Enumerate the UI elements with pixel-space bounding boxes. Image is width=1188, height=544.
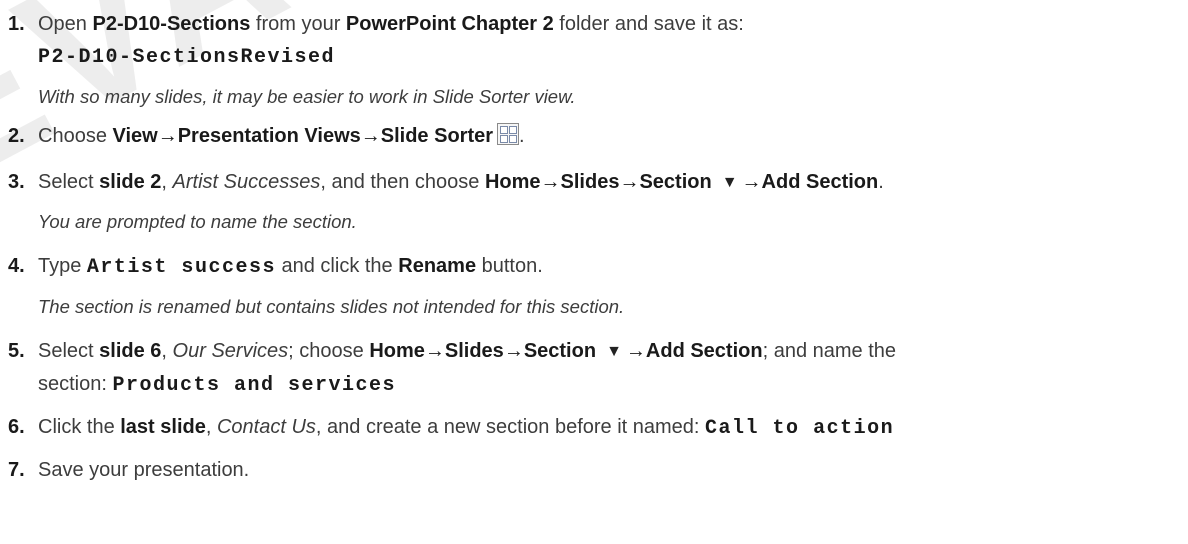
step-number: 2. (8, 125, 25, 147)
step-number: 4. (8, 255, 25, 277)
bold-term: Slides (560, 171, 620, 193)
italic-term: Our Services (172, 340, 289, 362)
bold-term: Home (484, 171, 541, 193)
instruction-text: Type (38, 255, 87, 277)
step-number: 1. (8, 13, 25, 35)
instruction-text: ; and name the (762, 340, 897, 362)
menu-path-arrow: → (424, 340, 445, 362)
step-3-note: You are prompted to name the section. (38, 211, 357, 232)
typed-text: Artist success (86, 256, 276, 279)
bold-term: Add Section (761, 171, 879, 193)
save-as-filename: P2-D10-SectionsRevised (38, 46, 336, 69)
instruction-text: folder and save it as: (553, 13, 744, 35)
step-1-note: With so many slides, it may be easier to… (38, 86, 576, 107)
bold-term: P2-D10-Sections (92, 13, 251, 35)
instruction-text: Select (38, 340, 100, 362)
step-7: 7. Save your presentation. (0, 454, 1188, 486)
instruction-text: Choose (38, 125, 113, 147)
menu-path-arrow: → (741, 171, 762, 193)
bold-term: View (112, 125, 158, 147)
instruction-text: Click the (38, 416, 121, 438)
instruction-text: Save your presentation. (38, 459, 250, 481)
dropdown-arrow-icon: ▼ (606, 343, 622, 360)
instruction-text: ; choose (288, 340, 370, 362)
instruction-steps: 1. Open P2-D10-Sections from your PowerP… (0, 8, 1188, 486)
instruction-text: , and then choose (320, 171, 485, 193)
instruction-text: section: (38, 373, 113, 395)
step-1: 1. Open P2-D10-Sections from your PowerP… (0, 8, 1188, 40)
step-4: 4. Type Artist success and click the Ren… (0, 250, 1188, 284)
bold-term: Slide Sorter (380, 125, 494, 147)
step-5-line2: section: Products and services (0, 368, 1188, 402)
bold-term: slide 2 (99, 171, 162, 193)
instruction-text: , (161, 171, 173, 193)
menu-path-arrow: → (540, 171, 561, 193)
step-number: 6. (8, 416, 25, 438)
bold-term: PowerPoint Chapter 2 (345, 13, 554, 35)
bold-term: last slide (120, 416, 206, 438)
step-5: 5. Select slide 6, Our Services; choose … (0, 335, 1188, 368)
menu-path-arrow: → (619, 171, 640, 193)
step-number: 3. (8, 171, 25, 193)
bold-term: Home (369, 340, 425, 362)
instruction-text: Open (38, 13, 93, 35)
step-2: 2. Choose View→Presentation Views→Slide … (0, 120, 1188, 152)
bold-term: slide 6 (99, 340, 162, 362)
step-4-note: The section is renamed but contains slid… (38, 296, 625, 317)
italic-term: Artist Successes (172, 171, 321, 193)
step-number: 7. (8, 459, 25, 481)
italic-term: Contact Us (216, 416, 316, 438)
typed-text: Call to action (705, 417, 895, 440)
bold-term: Section (639, 171, 712, 193)
step-1-filename: P2-D10-SectionsRevised (0, 40, 1188, 74)
bold-term: Presentation Views (177, 125, 361, 147)
menu-path-arrow: → (503, 340, 524, 362)
menu-path-arrow: → (157, 125, 178, 147)
slide-sorter-icon (497, 123, 520, 145)
instruction-text: , (161, 340, 173, 362)
menu-path-arrow: → (360, 125, 381, 147)
step-3: 3. Select slide 2, Artist Successes, and… (0, 166, 1188, 199)
bold-term: Add Section (645, 340, 763, 362)
instruction-text: from your (250, 13, 346, 35)
instruction-text: . (878, 171, 884, 193)
bold-term: Section (523, 340, 597, 362)
step-6: 6. Click the last slide, Contact Us, and… (0, 411, 1188, 445)
instruction-text: button. (476, 255, 543, 277)
instruction-text: and click the (275, 255, 399, 277)
instruction-text: , (205, 416, 217, 438)
dropdown-arrow-icon: ▼ (721, 174, 738, 191)
instruction-text: , and create a new section before it nam… (315, 416, 706, 438)
instruction-text: Select (38, 171, 100, 193)
bold-term: Rename (398, 255, 477, 277)
typed-text: Products and services (112, 374, 397, 397)
bold-term: Slides (444, 340, 504, 362)
menu-path-arrow: → (625, 340, 646, 362)
step-number: 5. (8, 340, 25, 362)
